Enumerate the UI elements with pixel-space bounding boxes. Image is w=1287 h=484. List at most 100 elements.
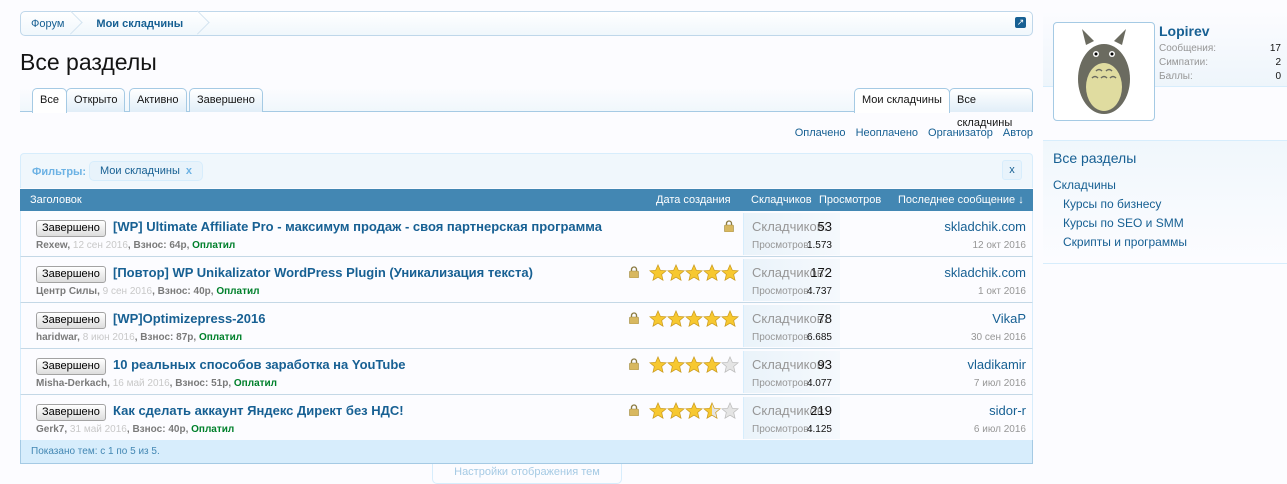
- star-icon[interactable]: [721, 264, 739, 282]
- thread-date: 9 сен 2016: [102, 286, 153, 297]
- star-icon[interactable]: [649, 402, 667, 420]
- clear-filters-button[interactable]: x: [1002, 160, 1022, 180]
- thread-date: 16 май 2016: [112, 378, 170, 389]
- last-post-date[interactable]: 7 июл 2016: [974, 378, 1026, 389]
- views-label: Просмотров:: [752, 240, 812, 251]
- section-scripts[interactable]: Скрипты и программы: [1063, 235, 1187, 249]
- prefix-badge[interactable]: Завершено: [36, 404, 106, 421]
- breadcrumb-forum[interactable]: Форум: [21, 12, 82, 35]
- star-icon[interactable]: [685, 402, 703, 420]
- table-header: Заголовок Дата создания Складчиков Просм…: [20, 189, 1033, 211]
- star-icon[interactable]: [685, 310, 703, 328]
- link-paid[interactable]: Оплачено: [795, 127, 846, 139]
- views-label: Просмотров:: [752, 332, 812, 343]
- link-organizer[interactable]: Организатор: [928, 127, 993, 139]
- star-icon[interactable]: [667, 402, 685, 420]
- thread-author[interactable]: Misha-Derkach: [36, 378, 107, 389]
- page-title: Все разделы: [20, 49, 157, 75]
- breadcrumb-my-skladchiny[interactable]: Мои складчины: [82, 12, 209, 35]
- payment-status: Оплатил: [233, 378, 278, 389]
- thread-title[interactable]: [WP] Ultimate Affiliate Pro - максимум п…: [113, 219, 602, 234]
- last-poster[interactable]: vladikamir: [967, 357, 1026, 372]
- col-last-message[interactable]: Последнее сообщение ↓: [898, 194, 1024, 206]
- members-label: Складчиков:: [752, 357, 828, 372]
- star-icon[interactable]: [685, 356, 703, 374]
- last-poster[interactable]: skladchik.com: [944, 265, 1026, 280]
- payment-status: Оплатил: [198, 332, 243, 343]
- star-icon[interactable]: [703, 402, 721, 420]
- display-options-button[interactable]: Настройки отображения тем: [432, 464, 622, 484]
- views-label: Просмотров:: [752, 424, 812, 435]
- star-icon[interactable]: [649, 310, 667, 328]
- last-post-date[interactable]: 30 сен 2016: [971, 332, 1026, 343]
- tab-my-skladchiny[interactable]: Мои складчины: [854, 88, 950, 113]
- prefix-badge[interactable]: Завершено: [36, 312, 106, 329]
- star-icon[interactable]: [721, 402, 739, 420]
- star-icon[interactable]: [649, 356, 667, 374]
- filter-chip[interactable]: Мои складчины x: [89, 161, 203, 181]
- col-members[interactable]: Складчиков: [751, 194, 812, 206]
- members-label: Складчиков:: [752, 219, 828, 234]
- stat-label: Симпатии:: [1159, 57, 1208, 68]
- last-post-date[interactable]: 1 окт 2016: [978, 286, 1026, 297]
- link-author[interactable]: Автор: [1003, 127, 1033, 139]
- avatar[interactable]: [1053, 22, 1155, 121]
- col-title[interactable]: Заголовок: [30, 194, 82, 206]
- members-count: 172: [810, 265, 832, 280]
- star-icon[interactable]: [703, 310, 721, 328]
- last-poster[interactable]: sidor-r: [989, 403, 1026, 418]
- rating-stars: [649, 356, 739, 374]
- prefix-badge[interactable]: Завершено: [36, 220, 106, 237]
- prefix-badge[interactable]: Завершено: [36, 266, 106, 283]
- thread-title[interactable]: 10 реальных способов заработка на YouTub…: [113, 357, 406, 372]
- star-icon[interactable]: [685, 264, 703, 282]
- thread-date: 31 май 2016: [69, 424, 127, 435]
- last-poster[interactable]: skladchik.com: [944, 219, 1026, 234]
- tab-open[interactable]: Открыто: [66, 88, 126, 112]
- last-post-date[interactable]: 6 июл 2016: [974, 424, 1026, 435]
- star-icon[interactable]: [721, 310, 739, 328]
- thread-title[interactable]: [Повтор] WP Unikalizator WordPress Plugi…: [113, 265, 533, 280]
- tab-all[interactable]: Все: [32, 88, 67, 113]
- col-created[interactable]: Дата создания: [656, 194, 731, 206]
- thread-author[interactable]: haridwar: [36, 332, 77, 343]
- views-count: 4.737: [806, 286, 832, 297]
- star-icon[interactable]: [703, 356, 721, 374]
- last-post-date[interactable]: 12 окт 2016: [972, 240, 1026, 251]
- tab-all-skladchiny[interactable]: Все складчины: [949, 88, 1033, 129]
- tab-active[interactable]: Активно: [129, 88, 187, 112]
- prefix-badge[interactable]: Завершено: [36, 358, 106, 375]
- thread-title[interactable]: [WP]Optimizepress-2016: [113, 311, 265, 326]
- tab-completed[interactable]: Завершено: [189, 88, 263, 112]
- views-count: 4.125: [806, 424, 832, 435]
- section-root[interactable]: Складчины: [1053, 178, 1116, 192]
- username[interactable]: Lopirev: [1159, 23, 1210, 39]
- views-count: 4.077: [806, 378, 832, 389]
- thread-fee: Взнос: 40р: [157, 286, 211, 297]
- jump-icon[interactable]: ↗: [1015, 17, 1026, 28]
- thread-fee: Взнос: 40р: [132, 424, 186, 435]
- thread-author[interactable]: Центр Силы: [36, 286, 97, 297]
- thread-title[interactable]: Как сделать аккаунт Яндекс Директ без НД…: [113, 403, 404, 418]
- star-icon[interactable]: [667, 356, 685, 374]
- thread-stats: Складчиков: 78 Просмотров: 6.685: [743, 305, 840, 347]
- star-icon[interactable]: [667, 264, 685, 282]
- views-count: 6.685: [806, 332, 832, 343]
- thread-author[interactable]: Gerk7: [36, 424, 64, 435]
- star-icon[interactable]: [721, 356, 739, 374]
- star-icon[interactable]: [667, 310, 685, 328]
- star-icon[interactable]: [703, 264, 721, 282]
- last-poster[interactable]: VikaP: [992, 311, 1026, 326]
- star-icon[interactable]: [649, 264, 667, 282]
- stat-label: Сообщения:: [1159, 43, 1217, 54]
- section-business[interactable]: Курсы по бизнесу: [1063, 197, 1161, 211]
- payment-status: Оплатил: [191, 424, 235, 435]
- col-views[interactable]: Просмотров: [819, 194, 881, 206]
- section-seo[interactable]: Курсы по SEO и SMM: [1063, 216, 1184, 230]
- lock-icon: [629, 358, 639, 371]
- link-unpaid[interactable]: Неоплачено: [856, 127, 918, 139]
- breadcrumb: Форум Мои складчины ↗: [20, 11, 1033, 36]
- remove-filter-icon[interactable]: x: [186, 165, 192, 177]
- thread-meta: Rexew, 12 сен 2016, Взнос: 64р, Оплатил: [36, 240, 236, 251]
- thread-author[interactable]: Rexew: [36, 240, 67, 251]
